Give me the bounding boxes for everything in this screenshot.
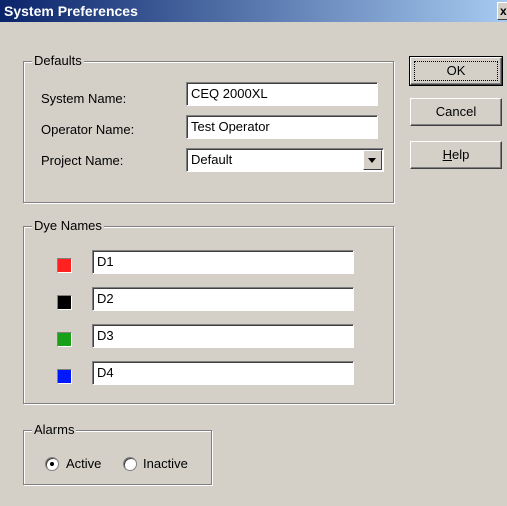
system-name-label: System Name: [41, 91, 127, 106]
cancel-button[interactable]: Cancel [410, 98, 502, 126]
help-button-mnemonic: H [442, 147, 453, 162]
dye-names-legend: Dye Names [32, 218, 104, 233]
help-button[interactable]: Help [410, 141, 502, 169]
dye-name-value-2: D2 [97, 291, 114, 306]
dye-name-value-4: D4 [97, 365, 114, 380]
project-name-select[interactable]: Default [186, 148, 384, 172]
cancel-button-label: Cancel [435, 104, 477, 119]
dye-name-field-1[interactable]: D1 [92, 250, 354, 274]
dye-name-field-4[interactable]: D4 [92, 361, 354, 385]
system-name-field[interactable]: CEQ 2000XL [186, 82, 378, 106]
dye-name-value-1: D1 [97, 254, 114, 269]
defaults-legend: Defaults [32, 53, 84, 68]
project-name-label: Project Name: [41, 153, 124, 168]
alarm-inactive-radio[interactable] [123, 457, 137, 471]
close-icon[interactable]: x [497, 2, 507, 20]
window-title: System Preferences [4, 3, 138, 19]
operator-name-label: Operator Name: [41, 122, 135, 137]
operator-name-field[interactable]: Test Operator [186, 115, 378, 139]
alarm-active-radio[interactable] [45, 457, 59, 471]
alarm-inactive-label[interactable]: Inactive [143, 456, 188, 471]
dye-color-swatch-3 [57, 332, 72, 347]
title-bar: System Preferences x [0, 0, 507, 22]
alarm-active-label[interactable]: Active [66, 456, 101, 471]
dye-name-value-3: D3 [97, 328, 114, 343]
ok-button-label: OK [414, 61, 498, 81]
help-button-label: elp [452, 147, 470, 162]
alarms-legend: Alarms [32, 422, 77, 437]
operator-name-value: Test Operator [191, 119, 270, 134]
dye-color-swatch-1 [57, 258, 72, 273]
dye-name-field-3[interactable]: D3 [92, 324, 354, 348]
dye-color-swatch-4 [57, 369, 72, 384]
dye-color-swatch-2 [57, 295, 72, 310]
project-name-value: Default [191, 152, 233, 167]
system-name-value: CEQ 2000XL [191, 86, 268, 101]
dye-name-field-2[interactable]: D2 [92, 287, 354, 311]
chevron-down-icon[interactable] [363, 150, 382, 170]
ok-button[interactable]: OK [409, 56, 503, 86]
